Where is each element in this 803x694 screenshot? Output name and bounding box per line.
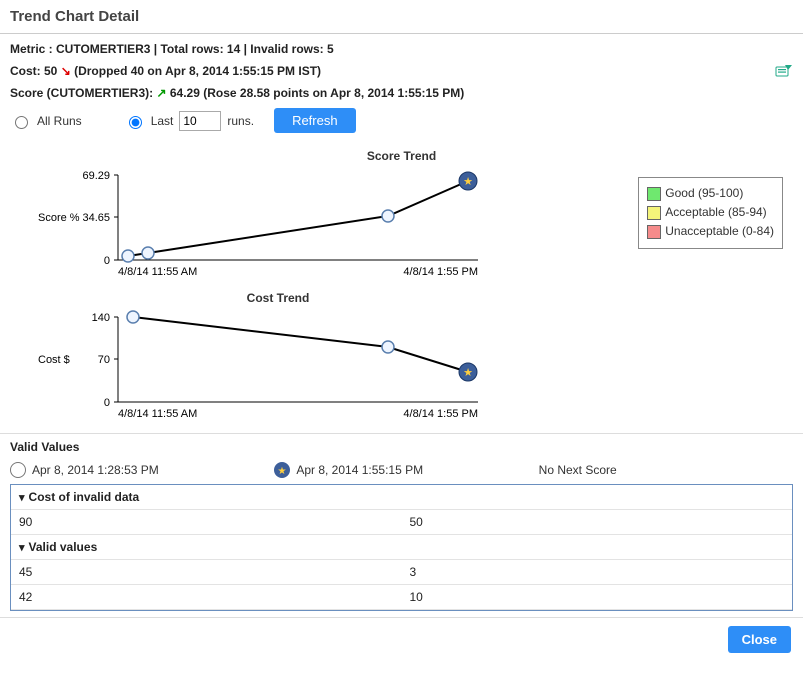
svg-text:70: 70 — [98, 354, 110, 366]
runs-suffix-label: runs. — [227, 114, 254, 128]
prev-score-icon — [10, 462, 26, 478]
svg-text:34.65: 34.65 — [82, 212, 110, 224]
table-row: 9050 — [11, 510, 792, 535]
data-point[interactable] — [382, 341, 394, 353]
svg-text:0: 0 — [104, 397, 110, 409]
cost-suffix: (Dropped 40 on Apr 8, 2014 1:55:15 PM IS… — [74, 64, 321, 78]
data-point-latest[interactable]: ★ — [459, 363, 477, 381]
cost-prefix: Cost: 50 — [10, 64, 61, 78]
run-count-input[interactable] — [179, 111, 221, 131]
dialog-title: Trend Chart Detail — [0, 0, 803, 34]
svg-text:★: ★ — [278, 466, 287, 477]
svg-text:★: ★ — [463, 367, 473, 379]
svg-text:4/8/14 1:55 PM: 4/8/14 1:55 PM — [403, 266, 478, 278]
legend-swatch-unacceptable — [647, 225, 661, 239]
score-chart-title: Score Trend — [18, 149, 785, 163]
score-suffix: 64.29 (Rose 28.58 points on Apr 8, 2014 … — [170, 86, 464, 100]
group-header[interactable]: Cost of invalid data — [11, 485, 792, 510]
svg-text:4/8/14 11:55 AM: 4/8/14 11:55 AM — [118, 266, 197, 278]
cost-chart-title: Cost Trend — [108, 291, 448, 305]
group-header[interactable]: Valid values — [11, 535, 792, 560]
valid-values-table: Cost of invalid data9050Valid values4534… — [11, 485, 792, 610]
current-timestamp: Apr 8, 2014 1:55:15 PM — [296, 463, 423, 477]
data-point[interactable] — [127, 311, 139, 323]
last-label: Last — [151, 114, 174, 128]
arrow-down-icon: ↘ — [61, 64, 71, 78]
cost-y-label: Cost $ — [38, 354, 70, 366]
svg-text:69.29: 69.29 — [82, 170, 110, 182]
data-point-latest[interactable]: ★ — [459, 172, 477, 190]
svg-text:140: 140 — [92, 312, 110, 324]
export-icon[interactable] — [775, 64, 793, 80]
svg-text:4/8/14 11:55 AM: 4/8/14 11:55 AM — [118, 408, 197, 420]
last-runs-radio[interactable] — [129, 116, 142, 129]
all-runs-radio[interactable] — [15, 116, 28, 129]
dialog-footer: Close — [0, 617, 803, 661]
valid-values-scroll[interactable]: Cost of invalid data9050Valid values4534… — [11, 485, 792, 610]
valid-values-timestamps: Apr 8, 2014 1:28:53 PM ★ Apr 8, 2014 1:5… — [0, 456, 803, 484]
next-score-label: No Next Score — [539, 463, 617, 477]
refresh-button[interactable]: Refresh — [274, 108, 356, 133]
score-trend-chart: 0 34.65 69.29 Score % 4/8/14 11:55 AM 4/… — [18, 165, 538, 285]
legend-swatch-acceptable — [647, 206, 661, 220]
summary-block: Metric : CUTOMERTIER3 | Total rows: 14 |… — [0, 34, 803, 143]
current-score-icon: ★ — [274, 462, 290, 478]
svg-text:4/8/14 1:55 PM: 4/8/14 1:55 PM — [403, 408, 478, 420]
arrow-up-icon: ↗ — [156, 86, 166, 100]
all-runs-label: All Runs — [37, 114, 82, 128]
legend-swatch-good — [647, 187, 661, 201]
data-point[interactable] — [122, 250, 134, 262]
score-line: Score (CUTOMERTIER3): ↗ 64.29 (Rose 28.5… — [10, 82, 793, 104]
metric-line: Metric : CUTOMERTIER3 | Total rows: 14 |… — [10, 38, 793, 60]
score-legend: Good (95-100) Acceptable (85-94) Unaccep… — [638, 177, 783, 249]
table-row: 4210 — [11, 585, 792, 610]
data-point[interactable] — [142, 247, 154, 259]
run-controls: All Runs Last runs. Refresh — [10, 104, 793, 137]
trend-chart-dialog: Trend Chart Detail Metric : CUTOMERTIER3… — [0, 0, 803, 661]
valid-values-table-wrap: Cost of invalid data9050Valid values4534… — [10, 484, 793, 611]
close-button[interactable]: Close — [728, 626, 791, 653]
score-prefix: Score (CUTOMERTIER3): — [10, 86, 156, 100]
svg-text:★: ★ — [463, 176, 473, 188]
table-row: 453 — [11, 560, 792, 585]
charts-container: Score Trend 0 34.65 69.29 Score % 4/8/14… — [0, 149, 803, 433]
score-y-label: Score % — [38, 212, 80, 224]
prev-timestamp: Apr 8, 2014 1:28:53 PM — [32, 463, 159, 477]
svg-text:0: 0 — [104, 255, 110, 267]
cost-line: Cost: 50 ↘ (Dropped 40 on Apr 8, 2014 1:… — [10, 60, 793, 82]
valid-values-header: Valid Values — [0, 433, 803, 456]
data-point[interactable] — [382, 210, 394, 222]
cost-trend-chart: 0 70 140 Cost $ 4/8/14 11:55 AM 4/8/14 1… — [18, 307, 538, 427]
